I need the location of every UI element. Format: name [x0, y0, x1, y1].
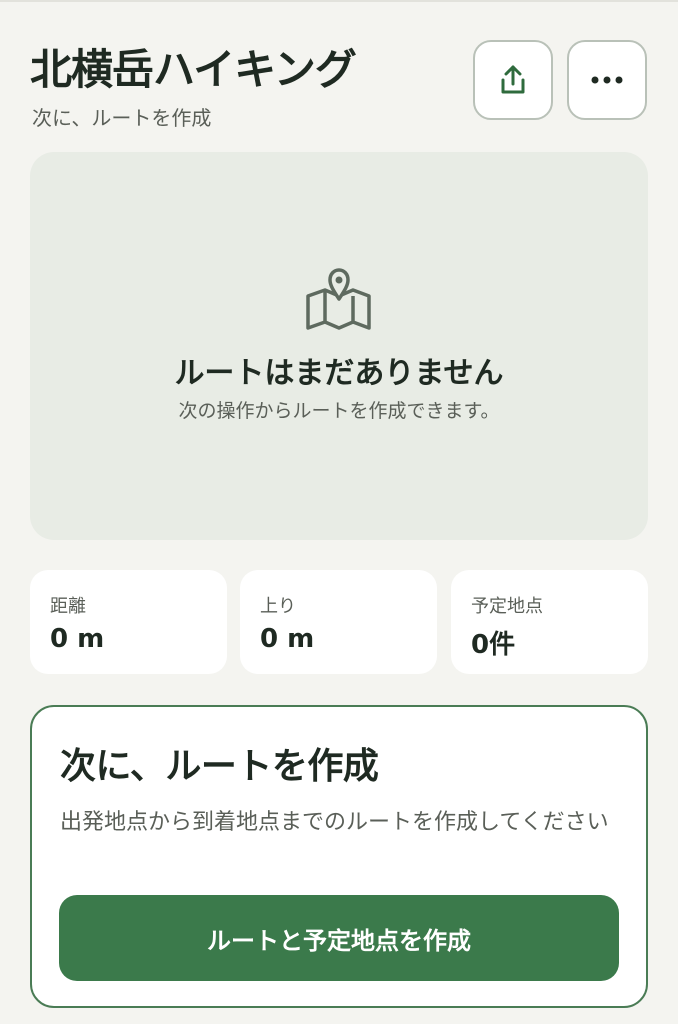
page-subtitle: 次に、ルートを作成	[32, 106, 212, 130]
stat-value: 0 m	[50, 624, 105, 654]
stat-value: 0 m	[260, 624, 315, 654]
map-empty-state: ルートはまだありません 次の操作からルートを作成できます。	[30, 152, 648, 540]
page-header: 北横岳ハイキング 次に、ルートを作成	[30, 36, 650, 136]
more-horizontal-icon	[591, 76, 623, 84]
page-title: 北横岳ハイキング	[30, 45, 357, 94]
next-step-description: 出発地点から到着地点までのルートを作成してください	[60, 810, 609, 835]
top-divider	[0, 0, 678, 2]
next-step-card: 次に、ルートを作成 出発地点から到着地点までのルートを作成してください ルートと…	[30, 705, 648, 1008]
stat-label: 距離	[50, 596, 86, 617]
empty-state-title: ルートはまだありません	[174, 356, 504, 391]
stat-label: 上り	[260, 596, 296, 617]
stat-label: 予定地点	[471, 596, 543, 617]
next-step-title: 次に、ルートを作成	[60, 746, 379, 787]
stat-card-distance: 距離 0 m	[30, 570, 227, 674]
share-icon	[501, 65, 525, 94]
stat-card-waypoints: 予定地点 0件	[451, 570, 648, 674]
stat-value: 0件	[471, 630, 516, 660]
empty-state-description: 次の操作からルートを作成できます。	[178, 400, 500, 422]
map-pin-icon	[306, 268, 371, 330]
more-options-button[interactable]	[567, 40, 647, 120]
share-button[interactable]	[473, 40, 553, 120]
stat-card-ascent: 上り 0 m	[240, 570, 437, 674]
create-route-button[interactable]: ルートと予定地点を作成	[59, 895, 619, 981]
